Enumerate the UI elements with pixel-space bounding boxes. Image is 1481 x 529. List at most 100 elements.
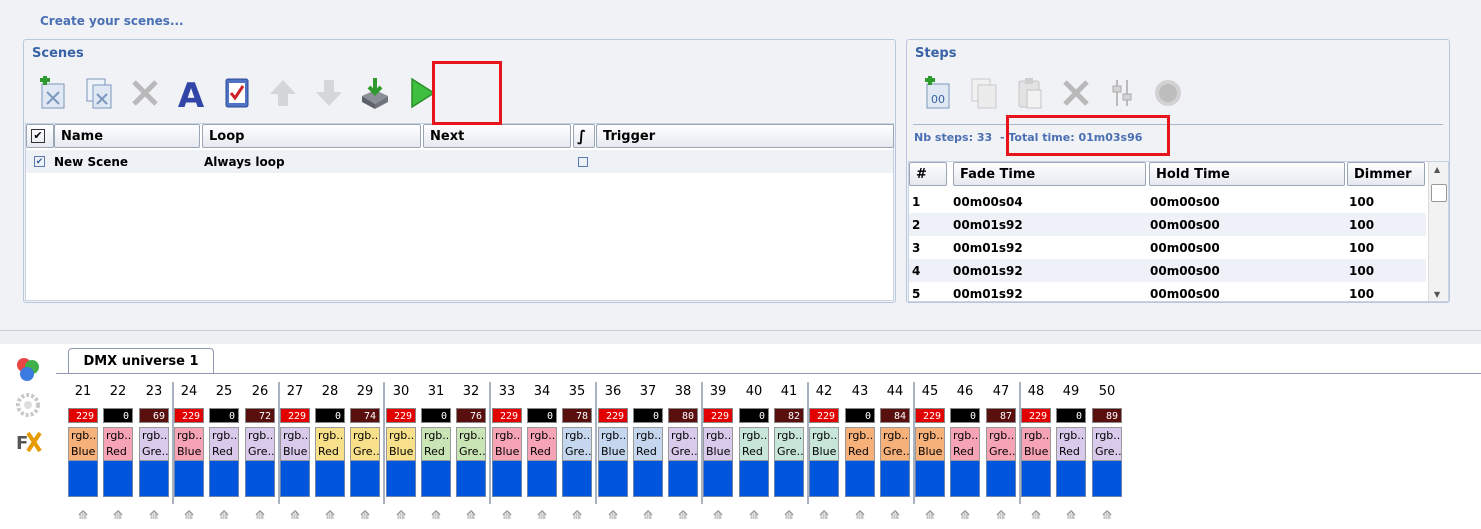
add-scene-button[interactable] (36, 76, 70, 110)
channel-fader[interactable] (139, 461, 169, 497)
rename-scene-button[interactable]: A (174, 76, 208, 110)
channel-fader[interactable] (598, 461, 628, 497)
column-name[interactable]: Name (54, 124, 200, 148)
chevron-up-icon[interactable]: ⟰ (322, 508, 338, 524)
trigger-icon-header[interactable]: ∫ (573, 124, 595, 148)
channel-fader[interactable] (209, 461, 239, 497)
step-row[interactable]: 3 00m01s92 00m00s00 100 (909, 236, 1426, 259)
channel-fader[interactable] (774, 461, 804, 497)
column-index[interactable]: # (909, 162, 947, 186)
effects-button[interactable] (14, 391, 42, 419)
channel-fader[interactable] (527, 461, 557, 497)
channel-fader[interactable] (986, 461, 1016, 497)
scene-trigger-checkbox[interactable] (578, 150, 588, 173)
scroll-up-icon[interactable]: ▲ (1434, 165, 1440, 174)
dmx-channel[interactable]: 27 229 rgb... Blue ⟰ (278, 380, 312, 529)
channel-fader[interactable] (739, 461, 769, 497)
checklist-button[interactable] (220, 76, 254, 110)
dmx-channel[interactable]: 35 78 rgb... Gre... ⟰ (560, 380, 594, 529)
dmx-channel[interactable]: 39 229 rgb... Blue ⟰ (701, 380, 735, 529)
step-row[interactable]: 1 00m00s04 00m00s00 100 (909, 190, 1426, 213)
chevron-up-icon[interactable]: ⟰ (252, 508, 268, 524)
dmx-channel[interactable]: 37 0 rgb... Red ⟰ (631, 380, 665, 529)
dmx-channel[interactable]: 25 0 rgb... Red ⟰ (207, 380, 241, 529)
channel-fader[interactable] (456, 461, 486, 497)
dmx-channel[interactable]: 36 229 rgb... Blue ⟰ (596, 380, 630, 529)
chevron-up-icon[interactable]: ⟰ (428, 508, 444, 524)
channel-fader[interactable] (103, 461, 133, 497)
record-step-button[interactable] (1151, 76, 1185, 110)
dmx-channel[interactable]: 26 72 rgb... Gre... ⟰ (243, 380, 277, 529)
add-step-button[interactable]: 00 (921, 76, 955, 110)
channel-fader[interactable] (915, 461, 945, 497)
chevron-up-icon[interactable]: ⟰ (640, 508, 656, 524)
step-row[interactable]: 2 00m01s92 00m00s00 100 (909, 213, 1426, 236)
chevron-up-icon[interactable]: ⟰ (852, 508, 868, 524)
channel-fader[interactable] (845, 461, 875, 497)
dmx-channel[interactable]: 24 229 rgb... Blue ⟰ (172, 380, 206, 529)
dmx-channel[interactable]: 40 0 rgb... Red ⟰ (737, 380, 771, 529)
chevron-up-icon[interactable]: ⟰ (710, 508, 726, 524)
dmx-channel[interactable]: 43 0 rgb... Red ⟰ (843, 380, 877, 529)
channel-fader[interactable] (492, 461, 522, 497)
channel-fader[interactable] (1092, 461, 1122, 497)
dmx-channel[interactable]: 31 0 rgb... Red ⟰ (419, 380, 453, 529)
channel-fader[interactable] (880, 461, 910, 497)
column-trigger[interactable]: Trigger (596, 124, 894, 148)
chevron-up-icon[interactable]: ⟰ (287, 508, 303, 524)
dmx-channel[interactable]: 33 229 rgb... Blue ⟰ (490, 380, 524, 529)
column-fade-time[interactable]: Fade Time (953, 162, 1146, 186)
scene-row[interactable]: ✔ New Scene Always loop (26, 150, 893, 173)
dmx-channel[interactable]: 47 87 rgb... Gre... ⟰ (984, 380, 1018, 529)
channel-fader[interactable] (68, 461, 98, 497)
chevron-up-icon[interactable]: ⟰ (75, 508, 91, 524)
chevron-up-icon[interactable]: ⟰ (569, 508, 585, 524)
chevron-up-icon[interactable]: ⟰ (1063, 508, 1079, 524)
chevron-up-icon[interactable]: ⟰ (216, 508, 232, 524)
channel-fader[interactable] (633, 461, 663, 497)
dmx-channel[interactable]: 29 74 rgb... Gre... ⟰ (348, 380, 382, 529)
chevron-up-icon[interactable]: ⟰ (816, 508, 832, 524)
chevron-up-icon[interactable]: ⟰ (110, 508, 126, 524)
channel-fader[interactable] (703, 461, 733, 497)
chevron-up-icon[interactable]: ⟰ (146, 508, 162, 524)
channel-fader[interactable] (350, 461, 380, 497)
dmx-channel[interactable]: 50 89 rgb... Gre... ⟰ (1090, 380, 1124, 529)
tab-dmx-universe-1[interactable]: DMX universe 1 (68, 348, 214, 374)
channel-fader[interactable] (386, 461, 416, 497)
dimmer-step-button[interactable] (1105, 76, 1139, 110)
dmx-channel[interactable]: 41 82 rgb... Gre... ⟰ (772, 380, 806, 529)
column-loop[interactable]: Loop (202, 124, 421, 148)
delete-step-button[interactable] (1059, 76, 1093, 110)
channel-fader[interactable] (950, 461, 980, 497)
dmx-channel[interactable]: 34 0 rgb... Red ⟰ (525, 380, 559, 529)
column-dimmer[interactable]: Dimmer (1347, 162, 1425, 186)
colors-button[interactable] (14, 355, 42, 383)
step-row[interactable]: 4 00m01s92 00m00s00 100 (909, 259, 1426, 282)
channel-fader[interactable] (280, 461, 310, 497)
column-next[interactable]: Next (423, 124, 571, 148)
dmx-channel[interactable]: 22 0 rgb... Red ⟰ (101, 380, 135, 529)
chevron-up-icon[interactable]: ⟰ (675, 508, 691, 524)
channel-fader[interactable] (809, 461, 839, 497)
dmx-channel[interactable]: 48 229 rgb... Blue ⟰ (1019, 380, 1053, 529)
dmx-channel[interactable]: 30 229 rgb... Blue ⟰ (384, 380, 418, 529)
paste-step-button[interactable] (1013, 76, 1047, 110)
channel-fader[interactable] (174, 461, 204, 497)
steps-scrollbar[interactable]: ▲ ▼ (1428, 162, 1448, 301)
dmx-channel[interactable]: 23 69 rgb... Gre... ⟰ (137, 380, 171, 529)
channel-fader[interactable] (1056, 461, 1086, 497)
chevron-up-icon[interactable]: ⟰ (887, 508, 903, 524)
fx-button[interactable]: F (14, 427, 42, 455)
dmx-channel[interactable]: 32 76 rgb... Gre... ⟰ (454, 380, 488, 529)
select-all-checkbox-header[interactable]: ✔ (26, 124, 54, 148)
dmx-channel[interactable]: 38 80 rgb... Gre... ⟰ (666, 380, 700, 529)
scroll-thumb[interactable] (1431, 184, 1447, 202)
channel-fader[interactable] (315, 461, 345, 497)
copy-step-button[interactable] (967, 76, 1001, 110)
copy-scene-button[interactable] (82, 76, 116, 110)
chevron-up-icon[interactable]: ⟰ (1028, 508, 1044, 524)
dmx-channel[interactable]: 44 84 rgb... Gre... ⟰ (878, 380, 912, 529)
column-hold-time[interactable]: Hold Time (1149, 162, 1345, 186)
move-up-button[interactable] (266, 76, 300, 110)
